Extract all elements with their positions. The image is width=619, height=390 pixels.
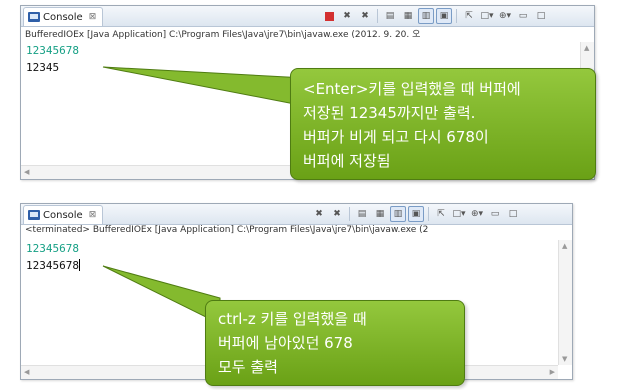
minimize-button[interactable]: ▭: [487, 206, 503, 222]
clear-console-button[interactable]: ▤: [382, 8, 398, 24]
display-console-button[interactable]: □▾: [479, 8, 495, 24]
console-input-line: 12345678: [26, 242, 79, 255]
scroll-left-icon[interactable]: ◀: [24, 168, 29, 176]
scroll-lock-icon: ▦: [375, 209, 385, 219]
clear-icon: ▤: [357, 209, 367, 219]
tab-console-label: Console: [43, 11, 83, 23]
minimize-icon: ▭: [490, 209, 500, 219]
pin-icon: ⇱: [437, 209, 445, 219]
scroll-lock-button[interactable]: ▦: [400, 8, 416, 24]
callout-ctrl-z: ctrl-z 키를 입력했을 때 버퍼에 남아있던 678 모두 출력: [205, 300, 465, 386]
console-input-line: 12345678: [26, 44, 79, 57]
console-icon: [28, 12, 40, 22]
remove-all-button[interactable]: ✖: [329, 206, 345, 222]
show-on-output-button[interactable]: ▣: [436, 8, 452, 24]
remove-all-icon: ✖: [333, 209, 341, 219]
callout-line: <Enter>키를 입력했을 때 버퍼에: [303, 80, 521, 98]
console-toolbar: ✖ ✖ ▤ ▦ ▥ ▣ ⇱ □▾ ⊕▾ ▭ □: [311, 205, 521, 223]
clear-console-button[interactable]: ▤: [354, 206, 370, 222]
open-console-button[interactable]: ⊕▾: [469, 206, 485, 222]
tab-console-label: Console: [43, 209, 83, 221]
word-wrap-icon: ▥: [393, 209, 403, 219]
process-label: BufferedIOEx [Java Application] C:\Progr…: [21, 27, 594, 41]
word-wrap-button[interactable]: ▥: [390, 206, 406, 222]
pin-console-button[interactable]: ⇱: [433, 206, 449, 222]
scroll-left-icon[interactable]: ◀: [24, 368, 29, 376]
callout-line: 버퍼에 남아있던 678: [218, 334, 353, 352]
scroll-up-icon[interactable]: ▲: [584, 44, 589, 52]
callout-line: 모두 출력: [218, 358, 278, 376]
stop-icon: [324, 11, 334, 21]
terminate-button[interactable]: [321, 8, 337, 24]
scroll-lock-button[interactable]: ▦: [372, 206, 388, 222]
monitor-icon: □▾: [480, 11, 494, 21]
scroll-down-icon[interactable]: ▼: [562, 355, 567, 363]
word-wrap-icon: ▥: [421, 11, 431, 21]
toolbar-separator: [377, 9, 378, 23]
word-wrap-button[interactable]: ▥: [418, 8, 434, 24]
console-icon: [28, 210, 40, 220]
callout-line: 버퍼가 비게 되고 다시 678이: [303, 128, 489, 146]
remove-launch-button[interactable]: ✖: [311, 206, 327, 222]
maximize-icon: □: [536, 11, 546, 21]
open-console-button[interactable]: ⊕▾: [497, 8, 513, 24]
console-tabbar: Console ⊠ ✖ ✖ ▤ ▦ ▥ ▣ ⇱ □▾ ⊕▾ ▭ □: [21, 6, 594, 27]
display-console-button[interactable]: □▾: [451, 206, 467, 222]
toolbar-separator: [428, 207, 429, 221]
remove-icon: ✖: [315, 209, 323, 219]
tab-console[interactable]: Console ⊠: [23, 7, 104, 26]
callout-line: 저장된 12345까지만 출력.: [303, 104, 476, 122]
scroll-right-icon[interactable]: ▶: [550, 368, 555, 376]
console-toolbar: ✖ ✖ ▤ ▦ ▥ ▣ ⇱ □▾ ⊕▾ ▭ □: [321, 7, 549, 25]
clear-icon: ▤: [385, 11, 395, 21]
close-icon[interactable]: ⊠: [89, 210, 97, 220]
callout-line: 버퍼에 저장됨: [303, 152, 391, 170]
tab-console[interactable]: Console ⊠: [23, 205, 104, 224]
close-icon[interactable]: ⊠: [89, 12, 97, 22]
maximize-icon: □: [508, 209, 518, 219]
pin-console-button[interactable]: ⇱: [461, 8, 477, 24]
text-cursor: [78, 259, 80, 271]
remove-all-icon: ✖: [361, 11, 369, 21]
callout-line: ctrl-z 키를 입력했을 때: [218, 310, 367, 328]
console-tabbar: Console ⊠ ✖ ✖ ▤ ▦ ▥ ▣ ⇱ □▾ ⊕▾ ▭ □: [21, 204, 572, 225]
maximize-button[interactable]: □: [533, 8, 549, 24]
maximize-button[interactable]: □: [505, 206, 521, 222]
console-output-line: 12345678: [26, 257, 558, 274]
toolbar-separator: [349, 207, 350, 221]
minimize-button[interactable]: ▭: [515, 8, 531, 24]
pin-icon: ⇱: [465, 11, 473, 21]
console-output-text: 12345678: [26, 259, 79, 272]
show-console-icon: ▣: [411, 209, 421, 219]
minimize-icon: ▭: [518, 11, 528, 21]
show-on-output-button[interactable]: ▣: [408, 206, 424, 222]
scroll-up-icon[interactable]: ▲: [562, 242, 567, 250]
remove-icon: ✖: [343, 11, 351, 21]
show-console-icon: ▣: [439, 11, 449, 21]
new-console-icon: ⊕▾: [498, 11, 512, 21]
new-console-icon: ⊕▾: [470, 209, 484, 219]
vertical-scrollbar[interactable]: ▲ ▼: [558, 240, 572, 365]
scroll-lock-icon: ▦: [403, 11, 413, 21]
remove-launch-button[interactable]: ✖: [339, 8, 355, 24]
process-label: <terminated> BufferedIOEx [Java Applicat…: [21, 225, 572, 239]
remove-all-button[interactable]: ✖: [357, 8, 373, 24]
monitor-icon: □▾: [452, 209, 466, 219]
toolbar-separator: [456, 9, 457, 23]
callout-enter: <Enter>키를 입력했을 때 버퍼에 저장된 12345까지만 출력. 버퍼…: [290, 68, 596, 180]
